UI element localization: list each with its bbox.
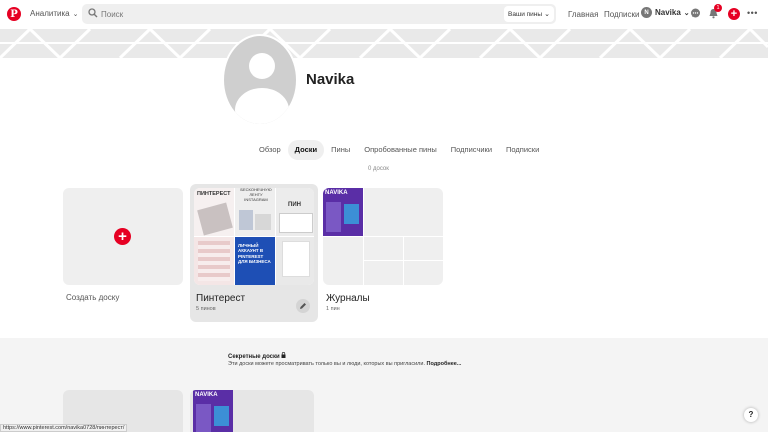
tab-followers[interactable]: Подписчики	[444, 140, 499, 160]
search-icon	[88, 8, 98, 18]
profile-name: Navika	[306, 71, 355, 88]
search-scope-label: Ваши пины	[508, 10, 543, 18]
status-bar-url: https://www.pinterest.com/navika0728/пин…	[0, 424, 128, 432]
chat-icon	[691, 8, 700, 18]
screen-image	[255, 214, 271, 230]
create-board-label[interactable]: Создать доску	[66, 293, 119, 302]
board-tile: ПИНТЕРЕСТ	[194, 188, 234, 236]
following-link[interactable]: Подписки	[604, 10, 639, 19]
chart-image	[198, 241, 230, 281]
search-bar: Ваши пины ⌄	[82, 4, 556, 24]
tab-pins[interactable]: Пины	[324, 140, 357, 160]
messages-button[interactable]	[689, 7, 702, 20]
board-pin-count: 1 пин	[326, 306, 340, 312]
edit-board-button[interactable]	[296, 299, 310, 313]
analytics-label: Аналитика	[30, 9, 70, 18]
secret-board-card[interactable]: NAVIKA	[190, 390, 314, 432]
profile-avatar[interactable]	[222, 34, 298, 126]
user-menu[interactable]: N Navika ⌄	[641, 7, 690, 18]
learn-more-link[interactable]: Подробнее...	[427, 361, 462, 367]
keyboard-image	[197, 202, 233, 236]
laptop-image	[279, 213, 313, 233]
board-empty-tile	[364, 188, 443, 236]
board-empty-tile	[404, 237, 443, 260]
analytics-menu[interactable]: Аналитика ⌄	[30, 9, 78, 18]
board-cover-pinterest[interactable]: ПИНТЕРЕСТ БЕСКОНЕЧНУЮ ЛЕНТУ INSTAGRAM ПИ…	[194, 188, 314, 285]
board-empty-tile	[323, 237, 363, 285]
chevron-down-icon: ⌄	[72, 11, 79, 18]
user-name: Navika	[655, 8, 681, 17]
board-title[interactable]: Пинтерест	[196, 293, 245, 304]
default-avatar-icon	[235, 53, 289, 124]
board-title[interactable]: Журналы	[326, 293, 370, 304]
board-tile	[276, 237, 314, 285]
tab-following[interactable]: Подписки	[499, 140, 546, 160]
tab-boards[interactable]: Доски	[287, 140, 325, 160]
tab-tried-pins[interactable]: Опробованные пины	[357, 140, 444, 160]
home-link[interactable]: Главная	[568, 10, 598, 19]
phone-image	[239, 210, 253, 230]
notification-badge: 1	[714, 4, 722, 12]
navika-cover-image: NAVIKA	[323, 188, 363, 236]
board-cover-journals[interactable]: NAVIKA	[323, 188, 443, 285]
avatar: N	[641, 7, 652, 18]
cover-pattern	[0, 29, 768, 58]
search-scope-dropdown[interactable]: Ваши пины ⌄	[504, 6, 554, 22]
secret-boards-title: Секретные доски	[228, 352, 286, 360]
more-options-icon[interactable]: •••	[747, 8, 758, 18]
tab-overview[interactable]: Обзор	[252, 140, 288, 160]
board-empty-tile	[404, 261, 443, 285]
help-button[interactable]: ?	[744, 408, 758, 422]
boards-count: 0 досок	[368, 166, 389, 172]
pencil-icon	[300, 303, 306, 309]
chevron-down-icon: ⌄	[544, 11, 550, 18]
navika-cover-image: NAVIKA	[193, 390, 233, 432]
search-input[interactable]	[101, 8, 481, 20]
board-empty-tile	[364, 261, 403, 285]
board-tile: ЛИЧНЫЙ АККАУНТ В PINTEREST ДЛЯ БИЗНЕСА	[235, 237, 275, 285]
secret-boards-description: Эти доски можете просматривать только вы…	[228, 361, 462, 367]
board-tile: ПИН	[276, 188, 314, 236]
add-pin-button[interactable]: +	[728, 8, 740, 20]
profile-cover	[0, 29, 768, 58]
document-image	[282, 241, 310, 277]
board-tile: БЕСКОНЕЧНУЮ ЛЕНТУ INSTAGRAM	[235, 188, 275, 236]
profile-tabs: Обзор Доски Пины Опробованные пины Подпи…	[252, 140, 546, 160]
plus-icon[interactable]: +	[114, 228, 131, 245]
board-tile	[194, 237, 234, 285]
pinterest-logo[interactable]: P	[7, 7, 21, 21]
lock-icon	[281, 352, 286, 358]
top-bar: P Аналитика⌄ Ваши пины ⌄ Главная Подписк…	[0, 0, 768, 29]
board-pin-count: 5 пинов	[196, 306, 216, 312]
board-empty-tile	[364, 237, 403, 260]
